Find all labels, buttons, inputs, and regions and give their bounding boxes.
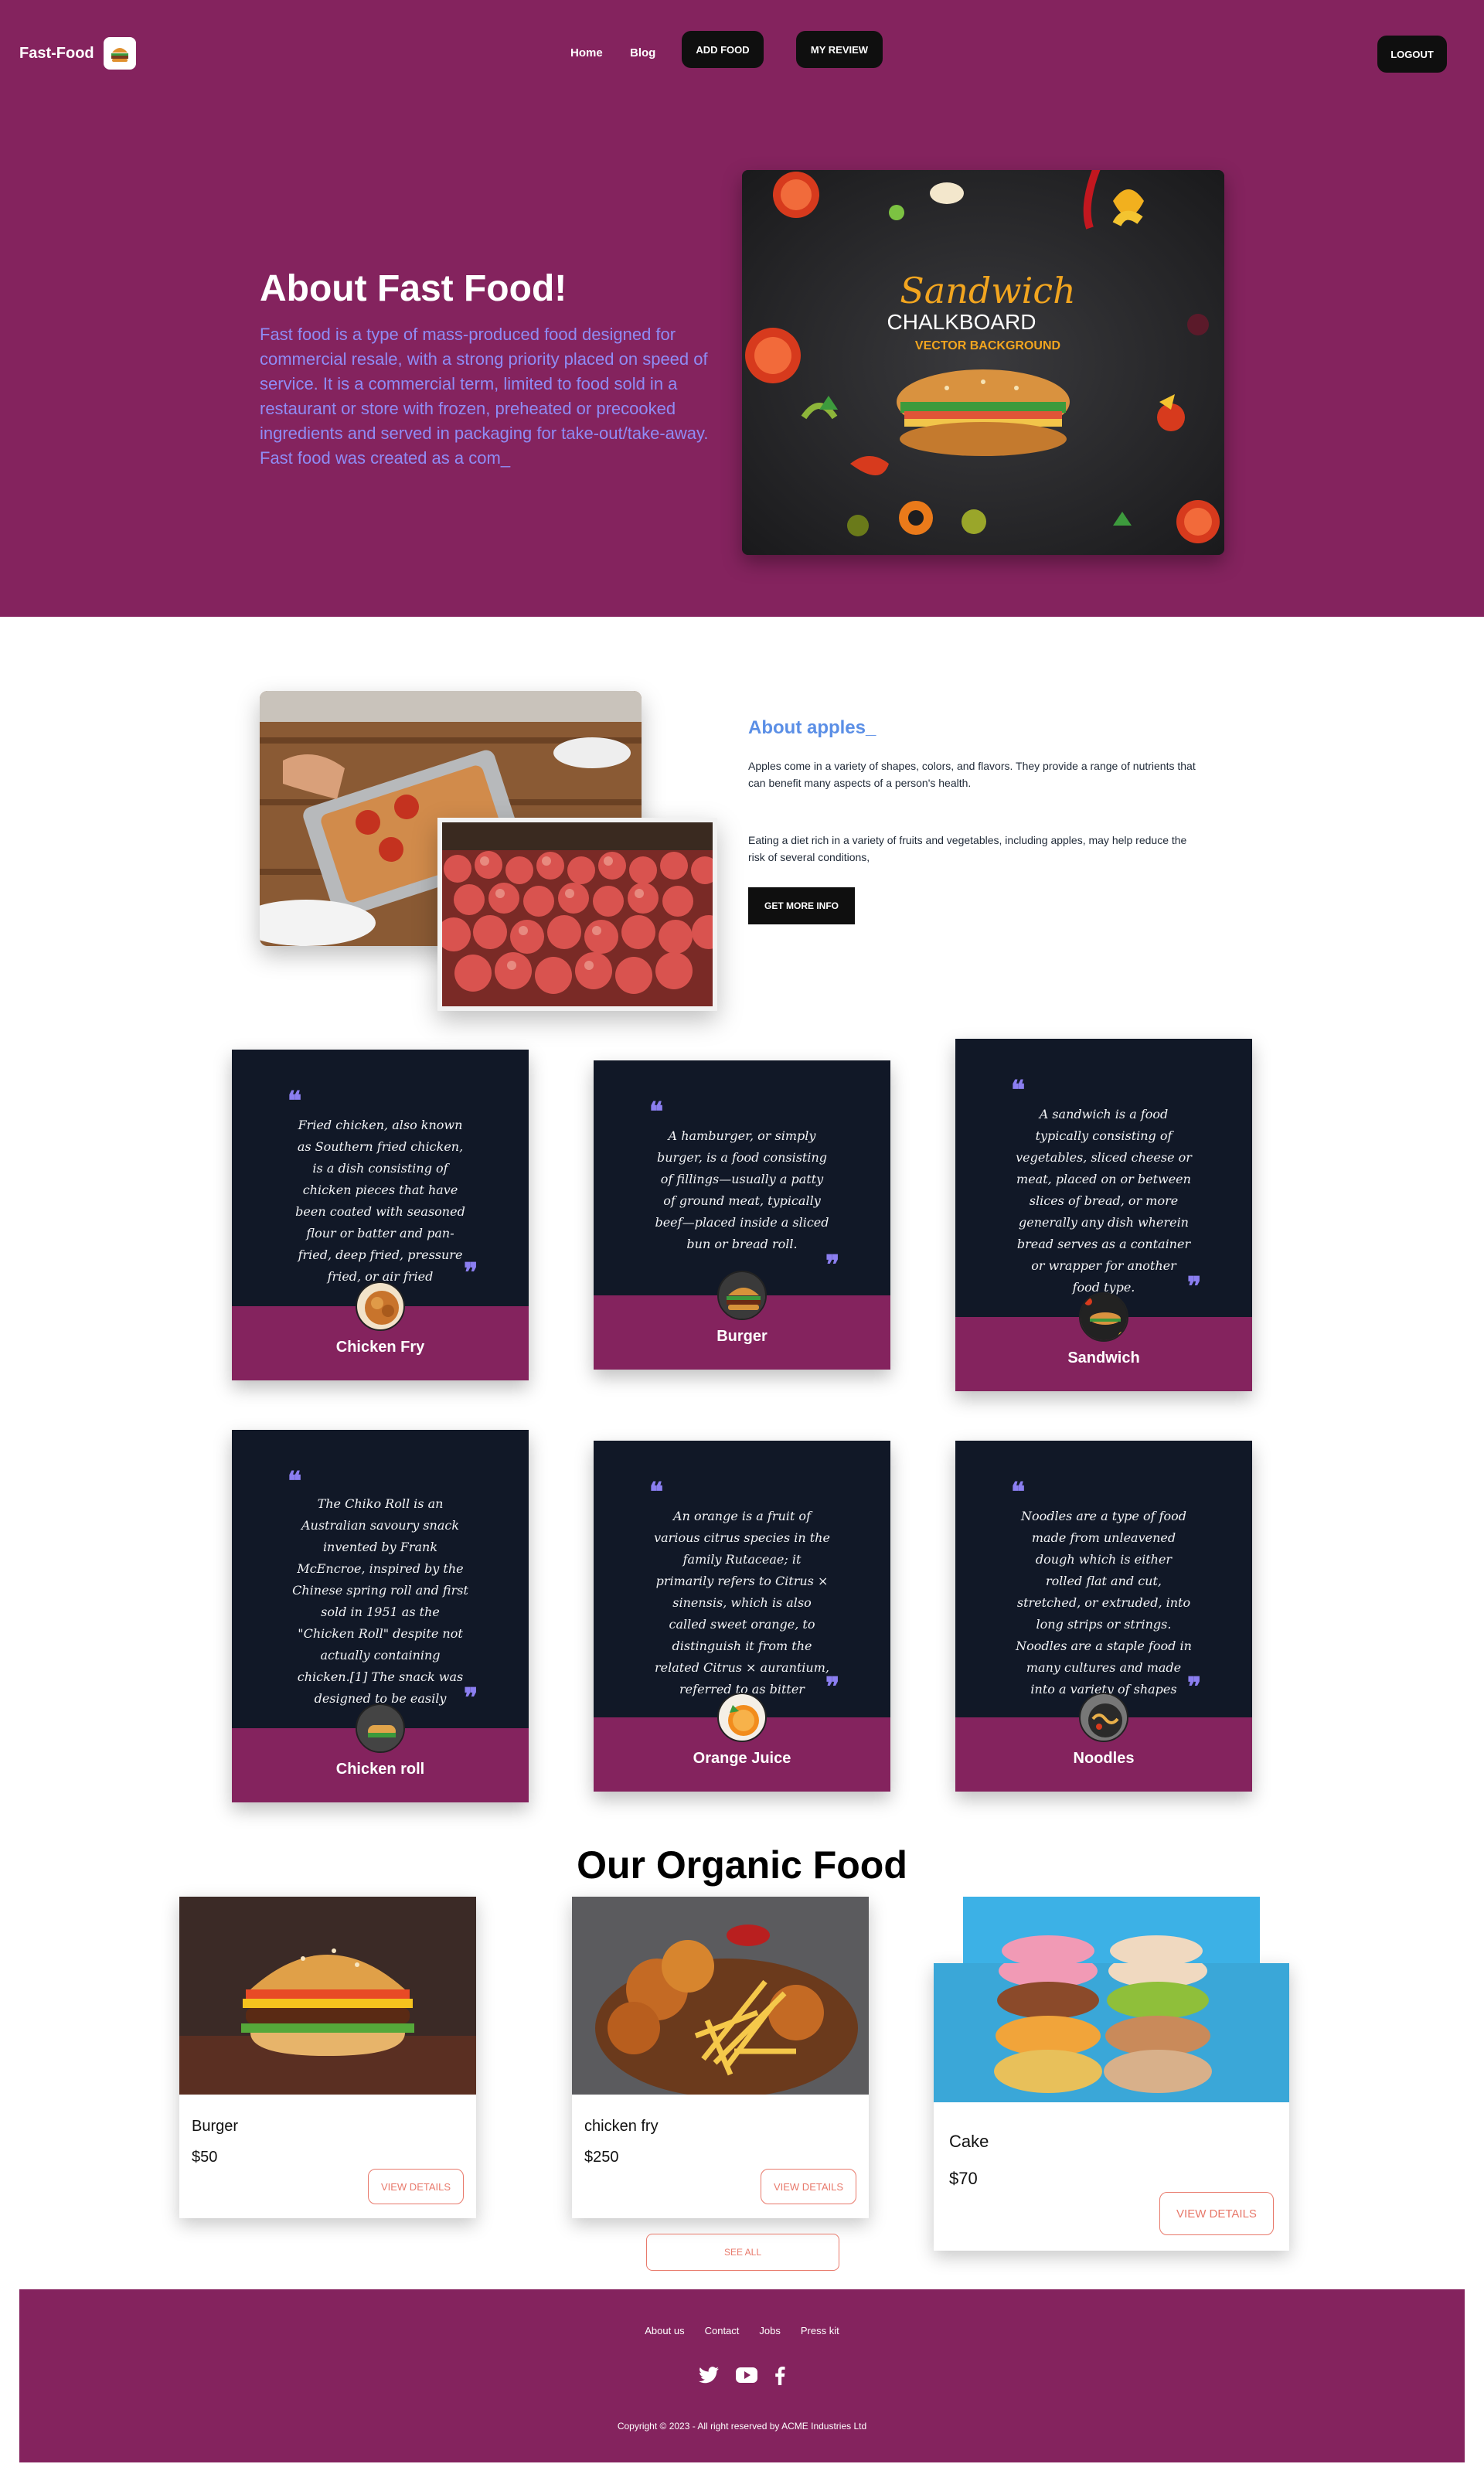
footer-copyright: Copyright © 2023 - All right reserved by… [617,2421,867,2432]
noodles-avatar [1079,1693,1128,1742]
quote-open-icon: ❝ [288,1466,302,1497]
page: Fast-Food Home Blog ADD FOOD MY REVIEW L… [0,0,1484,2481]
burger-logo-icon [103,37,136,70]
product-card: Cake $70 VIEW DETAILS [934,1897,1289,2251]
footer-link-about-us[interactable]: About us [645,2325,684,2336]
footer: About us Contact Jobs Press kit Copyrigh… [19,2289,1465,2462]
view-details-button[interactable]: VIEW DETAILS [368,2169,464,2204]
quote-close-icon: ❞ [464,1683,478,1714]
product-price: $70 [949,2169,978,2188]
see-all-button[interactable]: SEE ALL [646,2234,839,2271]
review-card: ❝ Noodles are a type of food made from u… [955,1441,1252,1792]
sandwich-avatar [1079,1292,1128,1342]
quote-open-icon: ❝ [1011,1477,1026,1508]
product-card: chicken fry $250 VIEW DETAILS [572,1897,869,2218]
get-more-info-button[interactable]: GET MORE INFO [748,887,855,924]
view-details-button[interactable]: VIEW DETAILS [761,2169,856,2204]
product-name: Burger [192,2118,239,2135]
review-name: Orange Juice [693,1750,791,1767]
footer-link-contact[interactable]: Contact [705,2325,740,2336]
about-apples-paragraph-2: Eating a diet rich in a variety of fruit… [748,834,1187,863]
cake-product-image [934,1963,1289,2102]
review-text: Noodles are a type of food made from unl… [1016,1509,1192,1697]
product-name: chicken fry [584,2118,659,2135]
about-apples-paragraph-1: Apples come in a variety of shapes, colo… [748,760,1196,789]
chalk-title-line1: Sandwich [900,270,1075,311]
review-text: Fried chicken, also known as Southern fr… [295,1118,465,1284]
nav-blog-link[interactable]: Blog [630,46,655,60]
add-food-button[interactable]: ADD FOOD [682,31,764,68]
quote-open-icon: ❝ [288,1086,302,1117]
quote-open-icon: ❝ [649,1097,664,1128]
quote-close-icon: ❞ [1187,1271,1202,1302]
review-name: Noodles [1073,1750,1135,1767]
review-name: Chicken roll [335,1761,425,1778]
review-name: Chicken Fry [335,1339,425,1356]
product-price: $50 [192,2149,218,2166]
cake-product-image-top [963,1897,1260,1963]
footer-link-jobs[interactable]: Jobs [759,2325,780,2336]
logout-button[interactable]: LOGOUT [1377,36,1447,73]
footer-social [19,2367,1465,2389]
chicken-fry-avatar [356,1281,405,1331]
review-text: The Chiko Roll is an Australian savoury … [292,1496,468,1706]
burger-product-image [179,1897,476,2095]
review-card: ❝ The Chiko Roll is an Australian savour… [232,1430,529,1802]
footer-link-press-kit[interactable]: Press kit [801,2325,839,2336]
review-card: ❝ An orange is a fruit of various citrus… [594,1441,890,1792]
review-text: A sandwich is a food typically consistin… [1016,1107,1192,1295]
facebook-icon[interactable] [774,2367,785,2389]
review-text: A hamburger, or simply burger, is a food… [655,1128,829,1251]
chicken-fry-product-image [572,1897,869,2095]
quote-close-icon: ❞ [464,1258,478,1288]
my-review-button[interactable]: MY REVIEW [796,31,883,68]
brand-name: Fast-Food [19,44,94,62]
review-name: Burger [716,1328,768,1345]
quote-open-icon: ❝ [1011,1075,1026,1106]
product-name: Cake [949,2132,989,2151]
chalk-title-line2: CHALKBOARD [887,310,1036,334]
hero-description: Fast food is a type of mass-produced foo… [260,325,709,468]
product-card: Burger $50 VIEW DETAILS [179,1897,476,2218]
review-card: ❝ A sandwich is a food typically consist… [955,1039,1252,1391]
quote-close-icon: ❞ [825,1672,840,1703]
product-price: $250 [584,2149,619,2166]
review-card: ❝ A hamburger, or simply burger, is a fo… [594,1060,890,1370]
nav-home-link[interactable]: Home [570,46,603,60]
chicken-roll-avatar [356,1703,405,1753]
quote-close-icon: ❞ [1187,1672,1202,1703]
burger-avatar [717,1271,767,1320]
brand[interactable]: Fast-Food [19,37,136,70]
sandwich-chalkboard-image: Sandwich CHALKBOARD VECTOR BACKGROUND [742,170,1224,555]
view-details-button[interactable]: VIEW DETAILS [1159,2192,1274,2235]
hero-section: Fast-Food Home Blog ADD FOOD MY REVIEW L… [0,0,1484,617]
review-name: Sandwich [1067,1349,1140,1366]
footer-links: About us Contact Jobs Press kit [19,2325,1465,2336]
twitter-icon[interactable] [699,2367,719,2389]
hero-title: About Fast Food! [260,268,567,309]
about-apples-title: About apples_ [748,717,876,738]
youtube-icon[interactable] [736,2367,757,2389]
orange-juice-avatar [717,1693,767,1742]
quote-close-icon: ❞ [825,1250,840,1281]
chalk-title-line3: VECTOR BACKGROUND [915,339,1060,352]
review-text: An orange is a fruit of various citrus s… [654,1509,830,1718]
quote-open-icon: ❝ [649,1477,664,1508]
organic-food-title: Our Organic Food [577,1843,907,1887]
apples-crate-image [437,818,717,1011]
review-card: ❝ Fried chicken, also known as Southern … [232,1050,529,1380]
